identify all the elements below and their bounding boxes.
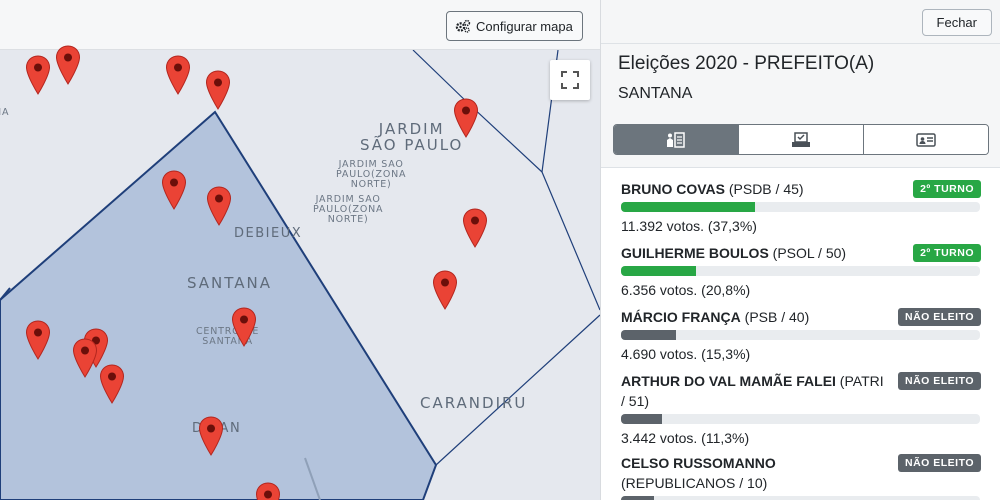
map-pin-icon[interactable]: [205, 70, 231, 110]
map-label-carandiru: CARANDIRU: [420, 394, 528, 412]
vote-progress-bar: [621, 330, 980, 340]
vote-progress-bar: [621, 202, 980, 212]
candidate-name-bold: CELSO RUSSOMANNO: [621, 455, 776, 471]
candidate-row[interactable]: ARTHUR DO VAL MAMÃE FALEI (PATRI / 51) NÃ…: [601, 360, 1000, 446]
tab-ballot[interactable]: [739, 125, 864, 154]
map-label-jardim-sao-paulo-zona-norte: JARDIM SAO PAULO(ZONA NORTE): [336, 159, 407, 190]
results-panel: Fechar Eleições 2020 - PREFEITO(A) SANTA…: [600, 0, 1000, 500]
tab-candidates[interactable]: [614, 125, 739, 154]
candidate-row[interactable]: BRUNO COVAS (PSDB / 45) 2º TURNO 11.392 vo…: [601, 168, 1000, 234]
vote-progress-bar: [621, 496, 980, 500]
map-pin-icon[interactable]: [25, 320, 51, 360]
district-boundaries: [0, 50, 600, 500]
configure-map-label: Configurar mapa: [476, 18, 573, 34]
map-pin-icon[interactable]: [55, 45, 81, 85]
map-pin-icon[interactable]: [231, 307, 257, 347]
map-pin-icon[interactable]: [198, 416, 224, 456]
vote-progress-bar: [621, 414, 980, 424]
id-card-icon: [916, 132, 936, 147]
gear-icon: [455, 19, 471, 33]
view-tabs: [613, 124, 989, 155]
map-pin-icon[interactable]: [462, 208, 488, 248]
map-label-jardim-sao-paulo-zona-norte: JARDIM SAO PAULO(ZONA NORTE): [313, 194, 384, 225]
tab-profile[interactable]: [864, 125, 988, 154]
map-pin-icon[interactable]: [453, 98, 479, 138]
map-pin-icon[interactable]: [161, 170, 187, 210]
configure-map-button[interactable]: Configurar mapa: [446, 11, 583, 41]
vote-progress-fill: [621, 496, 655, 500]
map-pin-icon[interactable]: [255, 482, 281, 500]
map-label-debieux: DEBIEUX: [234, 226, 303, 241]
status-badge: NÃO ELEITO: [898, 454, 981, 472]
map-pin-icon[interactable]: [99, 364, 125, 404]
candidate-name-bold: GUILHERME BOULOS: [621, 245, 769, 261]
candidate-name-bold: ARTHUR DO VAL MAMÃE FALEI: [621, 373, 836, 389]
close-button[interactable]: Fechar: [921, 9, 992, 36]
ballot-box-icon: [792, 131, 810, 147]
map-canvas[interactable]: HA JARDIM SÃO PAULO JARDIM SAO PAULO(ZON…: [0, 45, 600, 500]
fullscreen-button[interactable]: [550, 60, 590, 100]
candidate-list: BRUNO COVAS (PSDB / 45) 2º TURNO 11.392 vo…: [601, 167, 1000, 500]
app-root: Configurar mapa HA JARDIM SÃO PAULO JARD…: [0, 0, 1000, 500]
map-toolbar: Configurar mapa: [0, 0, 600, 50]
candidate-row[interactable]: CELSO RUSSOMANNO (REPUBLICANOS / 10) NÃO …: [601, 442, 1000, 500]
panel-header-bar: Fechar: [601, 0, 1000, 44]
vote-progress-fill: [621, 330, 676, 340]
vote-progress-fill: [621, 266, 696, 276]
panel-title: Eleições 2020 - PREFEITO(A): [618, 53, 875, 74]
map-label-jardim-sao-paulo: JARDIM SÃO PAULO: [360, 120, 464, 154]
fullscreen-icon: [561, 71, 579, 89]
vote-progress-bar: [621, 266, 980, 276]
vote-progress-fill: [621, 414, 662, 424]
map-label-santana: SANTANA: [187, 274, 273, 292]
candidates-icon: [667, 131, 685, 148]
map-pin-icon[interactable]: [432, 270, 458, 310]
status-badge: 2º TURNO: [913, 180, 981, 198]
map-label-edge: HA: [0, 106, 10, 118]
candidate-row[interactable]: GUILHERME BOULOS (PSOL / 50) 2º TURNO 6.35…: [601, 232, 1000, 298]
candidate-party: (PSB / 40): [740, 309, 810, 325]
map-pin-icon[interactable]: [72, 338, 98, 378]
candidate-party: (PSOL / 50): [768, 245, 847, 261]
panel-subtitle: SANTANA: [618, 85, 693, 102]
vote-progress-fill: [621, 202, 755, 212]
map-container: Configurar mapa HA JARDIM SÃO PAULO JARD…: [0, 0, 600, 500]
candidate-name-bold: BRUNO COVAS: [621, 181, 725, 197]
candidate-row[interactable]: MÁRCIO FRANÇA (PSB / 40) NÃO ELEITO 4.690 …: [601, 296, 1000, 362]
map-pin-icon[interactable]: [25, 55, 51, 95]
map-pin-icon[interactable]: [206, 186, 232, 226]
status-badge: NÃO ELEITO: [898, 308, 981, 326]
candidate-party: (REPUBLICANOS / 10): [621, 475, 768, 491]
status-badge: NÃO ELEITO: [898, 372, 981, 390]
status-badge: 2º TURNO: [913, 244, 981, 262]
candidate-party: (PSDB / 45): [724, 181, 804, 197]
candidate-name-bold: MÁRCIO FRANÇA: [621, 309, 741, 325]
map-pin-icon[interactable]: [165, 55, 191, 95]
